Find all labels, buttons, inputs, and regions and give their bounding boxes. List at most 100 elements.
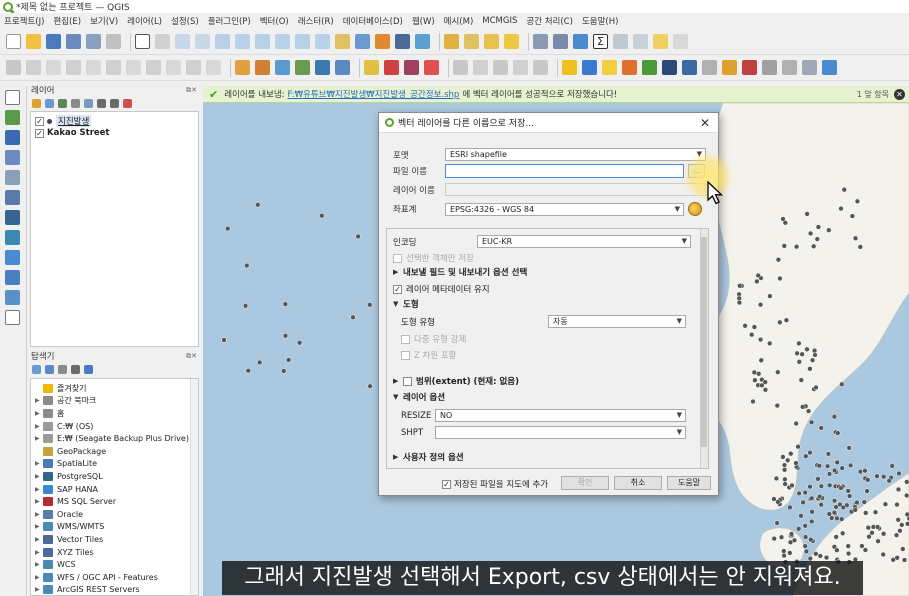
encoding-select[interactable]: EUC-KR ▼ — [477, 235, 691, 248]
toggle-editing-icon[interactable] — [26, 60, 41, 75]
add-postgis-layer-icon[interactable] — [5, 210, 20, 225]
text-annotation-icon[interactable] — [364, 60, 379, 75]
layername-input[interactable] — [445, 183, 706, 196]
menu-project[interactable]: 프로젝트(J) — [4, 15, 44, 27]
zoom-out-icon[interactable] — [195, 34, 210, 49]
browser-item[interactable]: ▶ PostgreSQL — [35, 470, 194, 483]
print-layout-icon[interactable] — [86, 34, 101, 49]
search-tool-icon[interactable] — [762, 60, 777, 75]
new-map-view-icon[interactable] — [335, 34, 350, 49]
expand-arrow-icon[interactable]: ▶ — [35, 574, 43, 581]
pan-icon[interactable] — [135, 34, 150, 49]
vertex-tool-icon[interactable] — [86, 60, 101, 75]
pan-to-selection-icon[interactable] — [155, 34, 170, 49]
statistics-icon[interactable]: Σ — [593, 34, 608, 49]
expand-arrow-icon[interactable]: ▶ — [35, 586, 43, 593]
browser-item[interactable]: ▶ WMS/WMTS — [35, 521, 194, 534]
message-more-link[interactable]: 1 앞 항목 — [857, 89, 889, 100]
temporal-controller-icon[interactable] — [395, 34, 410, 49]
expand-arrow-icon[interactable]: ▶ — [35, 486, 43, 493]
layout-manager-icon[interactable] — [106, 34, 121, 49]
menu-view[interactable]: 보기(V) — [90, 15, 118, 27]
zoom-in-icon[interactable] — [175, 34, 190, 49]
select-by-value-icon[interactable] — [484, 34, 499, 49]
extent-section[interactable]: ▶ 범위(extent) (현재: 없음) — [393, 375, 519, 387]
browser-scrollbar[interactable] — [190, 379, 198, 595]
menu-processing[interactable]: 공간 처리(C) — [526, 15, 573, 27]
expand-arrow-icon[interactable]: ▶ — [35, 435, 43, 442]
scale-bar-icon[interactable] — [633, 34, 648, 49]
expand-arrow-icon[interactable]: ▶ — [35, 460, 43, 467]
add-raster-layer-icon[interactable] — [5, 110, 20, 125]
layer-options-section[interactable]: ▼ 레이어 옵션 — [393, 391, 445, 403]
zoom-native-icon[interactable] — [275, 34, 290, 49]
refresh-icon[interactable] — [415, 34, 430, 49]
include-z-checkbox[interactable] — [401, 350, 410, 360]
crs-selector-globe-icon[interactable] — [688, 202, 702, 216]
expand-arrow-icon[interactable]: ▶ — [35, 549, 43, 556]
filter-legend-icon[interactable] — [71, 98, 80, 108]
expand-arrow-icon[interactable]: ▶ — [35, 498, 43, 505]
browser-item[interactable]: ▶ Oracle — [35, 508, 194, 521]
browser-item[interactable]: ▶ SpatiaLite — [35, 458, 194, 471]
menu-mcmgis[interactable]: MCMGIS — [482, 16, 517, 26]
add-wms-layer-icon[interactable] — [5, 250, 20, 265]
label-tool-icon[interactable] — [235, 60, 250, 75]
html-annotation-icon[interactable] — [384, 60, 399, 75]
browser-item[interactable]: ▶ 공간 북마크 — [35, 395, 194, 408]
keep-metadata-checkbox[interactable]: ✓ — [393, 284, 402, 294]
filter-browser-icon[interactable] — [58, 364, 67, 374]
zoom-layer-icon[interactable] — [255, 34, 270, 49]
add-wfs-layer-icon[interactable] — [5, 290, 20, 305]
scrollbar-thumb[interactable] — [701, 237, 707, 447]
expand-arrow-icon[interactable]: ▶ — [35, 397, 43, 404]
warning-icon[interactable] — [562, 60, 577, 75]
deselect-icon[interactable] — [504, 34, 519, 49]
zoom-full-icon[interactable] — [215, 34, 230, 49]
crs-select[interactable]: EPSG:4326 - WGS 84 ▼ — [445, 202, 684, 216]
browser-item[interactable]: GeoPackage — [35, 445, 194, 458]
add-raster-icon[interactable] — [295, 60, 310, 75]
expand-arrow-icon[interactable]: ▶ — [35, 561, 43, 568]
split-features-icon[interactable] — [473, 60, 488, 75]
browser-item[interactable]: ▶ Vector Tiles — [35, 533, 194, 546]
undo-icon[interactable] — [186, 60, 201, 75]
show-bookmarks-icon[interactable] — [375, 34, 390, 49]
extent-checkbox[interactable] — [403, 376, 412, 386]
add-delimited-text-layer-icon[interactable] — [5, 150, 20, 165]
geometry-section[interactable]: ▼ 도형 — [393, 298, 419, 310]
resize-select[interactable]: NO ▼ — [435, 409, 686, 422]
custom-options-section[interactable]: ▶ 사용자 정의 옵션 — [393, 451, 464, 463]
collapse-all-icon[interactable] — [110, 98, 119, 108]
new-project-icon[interactable] — [6, 34, 21, 49]
select-features-icon[interactable] — [464, 34, 479, 49]
gps-icon[interactable] — [822, 60, 837, 75]
add-vector-layer-icon[interactable] — [5, 90, 20, 105]
add-selected-layers-icon[interactable] — [32, 364, 41, 374]
format-select[interactable]: ESRI shapefile ▼ — [445, 148, 706, 161]
dialog-close-icon[interactable]: ✕ — [700, 116, 710, 130]
save-project-icon[interactable] — [46, 34, 61, 49]
current-edits-icon[interactable] — [6, 60, 21, 75]
measure-icon[interactable] — [613, 34, 628, 49]
zoom-next-icon[interactable] — [315, 34, 330, 49]
expand-arrow-icon[interactable]: ▶ — [35, 473, 43, 480]
collapse-browser-icon[interactable] — [71, 364, 80, 374]
ok-button[interactable]: 확인 — [561, 476, 609, 490]
zoom-last-icon[interactable] — [295, 34, 310, 49]
georeferencer-icon[interactable] — [722, 60, 737, 75]
menu-database[interactable]: 데이터베이스(D) — [343, 15, 403, 27]
add-mssql-layer-icon[interactable] — [5, 230, 20, 245]
bookmark-icon[interactable] — [355, 34, 370, 49]
browser-item[interactable]: ▶ C:₩ (OS) — [35, 420, 194, 433]
menu-mesh[interactable]: 메시(M) — [444, 15, 474, 27]
menu-vector[interactable]: 벡터(O) — [260, 15, 289, 27]
filter-by-expression-icon[interactable] — [84, 98, 93, 108]
screenshot-icon[interactable] — [802, 60, 817, 75]
add-vector-icon[interactable] — [275, 60, 290, 75]
panel-float-close-icon[interactable]: ⧉✕ — [186, 86, 201, 95]
cut-features-icon[interactable] — [126, 60, 141, 75]
expand-arrow-icon[interactable]: ▶ — [35, 523, 43, 530]
menu-help[interactable]: 도움말(H) — [582, 15, 618, 27]
rotate-features-icon[interactable] — [513, 60, 528, 75]
